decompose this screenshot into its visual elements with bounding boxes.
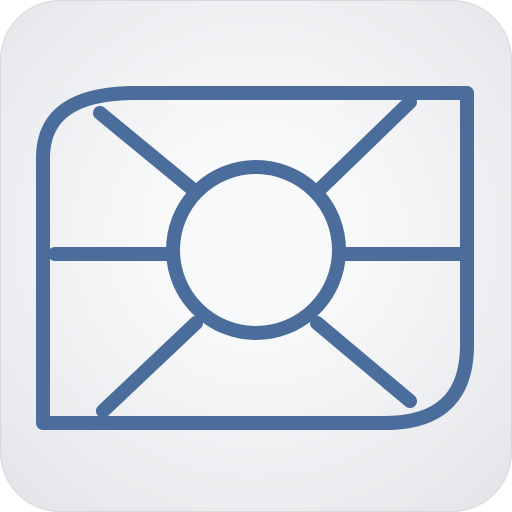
sim-card-icon bbox=[36, 86, 474, 430]
center-contact-circle bbox=[166, 160, 346, 340]
contact-line-bottom-right bbox=[310, 316, 417, 408]
contact-line-top-right bbox=[310, 95, 417, 199]
app-icon-tile[interactable] bbox=[0, 0, 512, 512]
contact-line-top-left bbox=[93, 106, 203, 199]
contact-line-bottom-left bbox=[96, 316, 203, 418]
icon-canvas bbox=[0, 0, 512, 512]
